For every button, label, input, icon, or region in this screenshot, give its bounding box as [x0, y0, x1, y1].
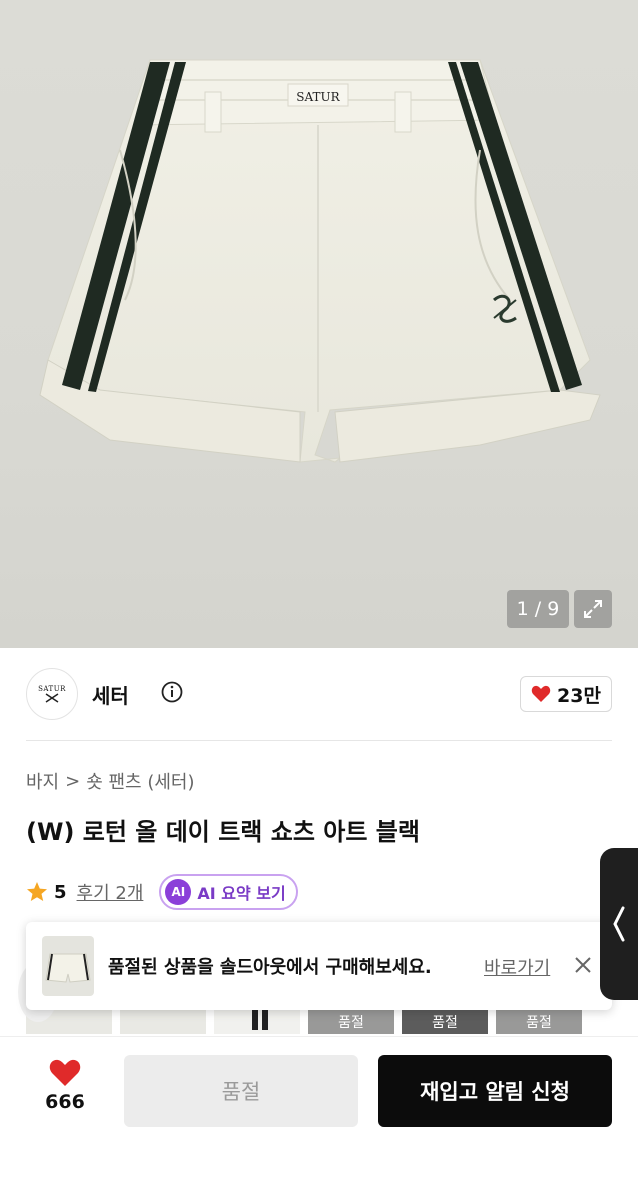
- divider: [26, 740, 612, 741]
- fullscreen-button[interactable]: [574, 590, 612, 628]
- soldout-toast: 품절된 상품을 솔드아웃에서 구매해보세요. 바로가기: [26, 922, 612, 1010]
- brand-row: SATUR 세터 23만: [26, 668, 612, 720]
- brand-like-count: 23만: [557, 684, 601, 707]
- toast-product-image: [45, 953, 91, 983]
- ai-summary-label: AI 요약 보기: [197, 884, 286, 903]
- breadcrumb: 바지 > 숏 팬츠 (세터): [26, 768, 195, 794]
- toast-thumbnail: [42, 936, 94, 996]
- product-image-gallery[interactable]: SATUR 1 / 9: [0, 0, 638, 648]
- wishlist-button[interactable]: 666: [26, 1059, 104, 1125]
- close-icon[interactable]: [572, 954, 594, 976]
- image-counter: 1 / 9: [507, 590, 569, 628]
- rating-row: 5 후기 2개 AI AI 요약 보기: [26, 874, 298, 910]
- rating-score: 5: [54, 881, 67, 903]
- brand-name[interactable]: 세터: [92, 680, 129, 709]
- ai-summary-button[interactable]: AI AI 요약 보기: [159, 874, 298, 910]
- toast-go-link[interactable]: 바로가기: [484, 954, 550, 980]
- brand-like-button[interactable]: 23만: [520, 676, 612, 712]
- brand-emblem-icon: [45, 693, 59, 703]
- reviews-link[interactable]: 후기 2개: [77, 879, 144, 905]
- product-title: (W) 로턴 올 데이 트랙 쇼츠 아트 블랙: [26, 818, 420, 846]
- breadcrumb-separator: >: [65, 770, 81, 792]
- brand-logo[interactable]: SATUR: [26, 668, 78, 720]
- brand-logo-text: SATUR: [38, 685, 66, 693]
- soldout-button[interactable]: 품절: [124, 1055, 358, 1127]
- info-icon[interactable]: [161, 681, 183, 703]
- product-photo: SATUR: [39, 59, 601, 463]
- breadcrumb-child[interactable]: 숏 팬츠 (세터): [86, 768, 194, 794]
- expand-icon: [584, 600, 602, 618]
- restock-alert-button[interactable]: 재입고 알림 신청: [378, 1055, 612, 1127]
- chevron-left-icon: [613, 906, 625, 942]
- ai-badge-icon: AI: [165, 879, 192, 905]
- wishlist-count: 666: [45, 1091, 85, 1113]
- soldout-overlay: 품절: [496, 1010, 582, 1034]
- bottom-action-bar: 666 품절 재입고 알림 신청: [0, 1036, 638, 1200]
- soldout-overlay: 품절: [308, 1010, 394, 1034]
- heart-icon: [531, 685, 551, 702]
- star-icon: [27, 882, 47, 901]
- toast-message: 품절된 상품을 솔드아웃에서 구매해보세요.: [108, 957, 432, 978]
- soldout-overlay: 품절: [402, 1010, 488, 1034]
- breadcrumb-root[interactable]: 바지: [26, 768, 59, 794]
- heart-icon: [49, 1059, 81, 1086]
- side-drawer-tab[interactable]: [600, 848, 638, 1000]
- svg-text:SATUR: SATUR: [296, 90, 340, 104]
